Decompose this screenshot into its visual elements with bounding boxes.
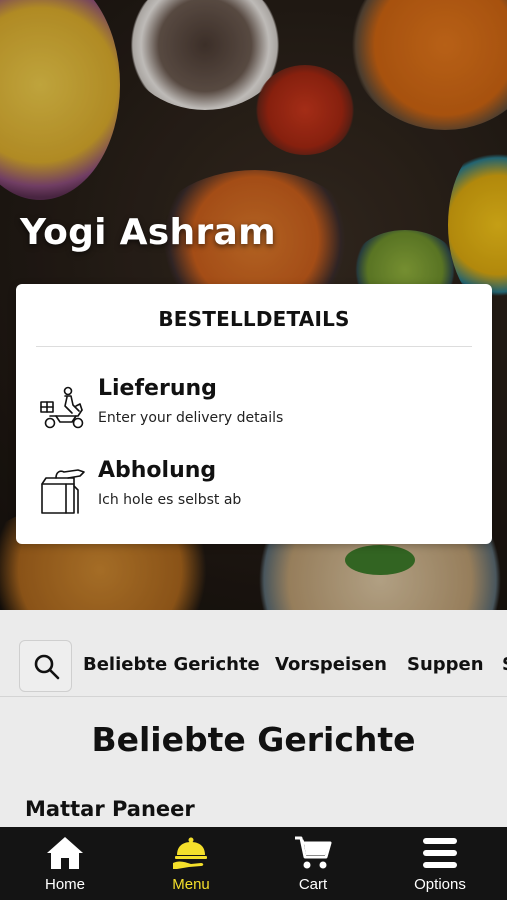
- category-tab-beliebte-gerichte[interactable]: Beliebte Gerichte: [83, 654, 260, 675]
- nav-home[interactable]: Home: [2, 827, 128, 900]
- nav-options[interactable]: Options: [377, 827, 503, 900]
- category-search-button[interactable]: [19, 640, 72, 692]
- home-icon: [47, 837, 83, 869]
- category-tab-partial[interactable]: S: [502, 654, 507, 675]
- divider: [0, 696, 507, 697]
- dish-name[interactable]: Mattar Paneer: [25, 797, 195, 821]
- nav-cart-label: Cart: [298, 876, 328, 893]
- pickup-title: Abholung: [98, 458, 217, 483]
- bottom-nav: Home Menu Cart Options: [0, 827, 507, 900]
- serving-cloche-icon: [173, 837, 207, 869]
- pickup-option[interactable]: Abholung Ich hole es selbst ab: [16, 454, 492, 524]
- restaurant-name: Yogi Ashram: [20, 212, 276, 253]
- nav-menu-label: Menu: [172, 876, 210, 893]
- category-bar: Beliebte Gerichte Vorspeisen Suppen S: [0, 638, 507, 696]
- divider: [36, 346, 472, 347]
- nav-cart[interactable]: Cart: [250, 827, 376, 900]
- category-tab-suppen[interactable]: Suppen: [407, 654, 484, 675]
- delivery-title: Lieferung: [98, 376, 217, 401]
- delivery-subtitle: Enter your delivery details: [98, 410, 284, 426]
- takeaway-bag-icon: [38, 468, 88, 514]
- order-details-title: BESTELLDETAILS: [158, 307, 350, 331]
- delivery-scooter-icon: [38, 386, 88, 432]
- search-icon: [34, 654, 60, 680]
- nav-options-label: Options: [414, 876, 466, 893]
- hamburger-menu-icon: [423, 838, 457, 868]
- order-details-card: BESTELLDETAILS Lieferung Enter your deli…: [16, 284, 492, 544]
- nav-home-label: Home: [44, 876, 85, 893]
- section-title: Beliebte Gerichte: [91, 720, 416, 759]
- pickup-subtitle: Ich hole es selbst ab: [98, 492, 242, 508]
- nav-menu[interactable]: Menu: [128, 827, 254, 900]
- category-tab-vorspeisen[interactable]: Vorspeisen: [275, 654, 387, 675]
- delivery-option[interactable]: Lieferung Enter your delivery details: [16, 372, 492, 442]
- cart-icon: [295, 836, 332, 869]
